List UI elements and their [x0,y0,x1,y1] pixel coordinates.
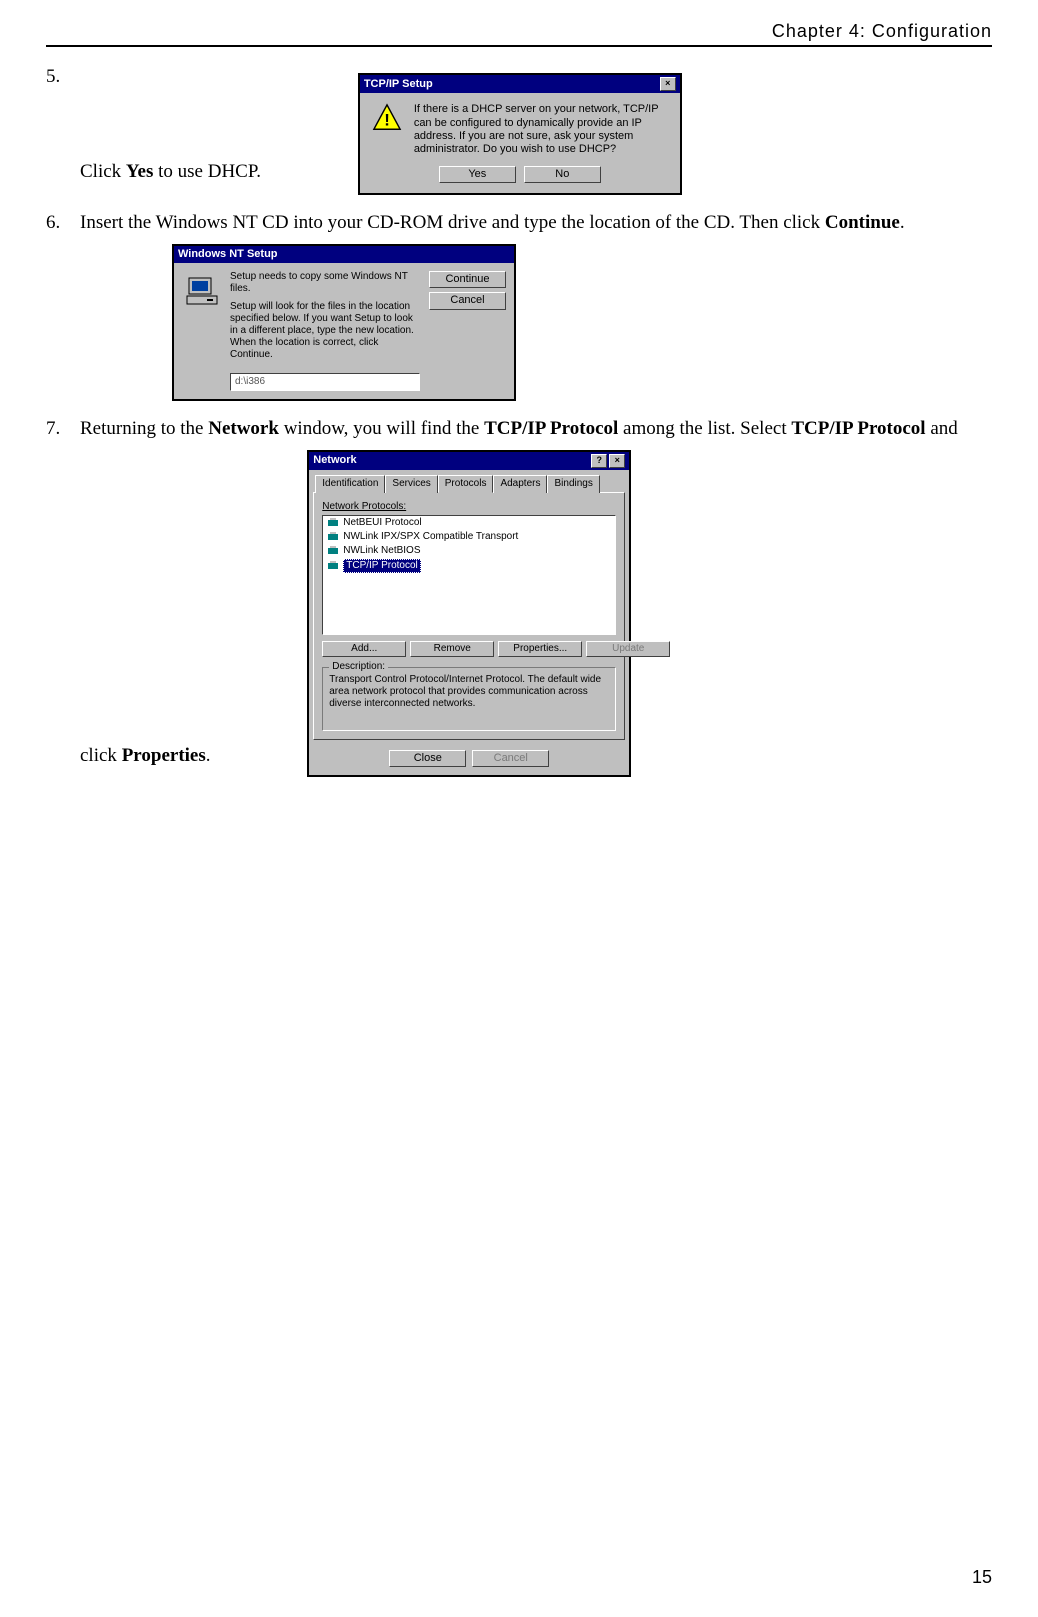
step-number-6: 6. [46,211,80,236]
step7-b1: Network [208,418,279,439]
chapter-header: Chapter 4: Configuration [46,20,992,47]
path-input[interactable]: d:\i386 [230,373,420,391]
description-text: Transport Control Protocol/Internet Prot… [329,674,609,710]
nt-setup-dialog: Windows NT Setup Setup needs to copy som… [172,244,516,401]
tcpip-setup-titlebar: TCP/IP Setup × [360,75,680,93]
add-button[interactable]: Add... [322,641,406,657]
network-tabs: Identification Services Protocols Adapte… [309,470,629,492]
description-label: Description: [329,661,388,673]
step6-bold: Continue [825,212,900,233]
step7-seg2: window, you will find the [279,418,484,439]
protocol-icon [327,545,339,557]
close-icon[interactable]: × [609,454,625,468]
close-button[interactable]: Close [389,750,466,767]
step5-post: to use DHCP. [153,161,261,182]
tab-services[interactable]: Services [385,475,437,493]
step7-seg3: among the list. Select [618,418,791,439]
step-number-7: 7. [46,417,80,442]
no-button[interactable]: No [524,166,601,183]
step5-text: Click Yes to use DHCP. [80,161,266,182]
step5-bold: Yes [126,161,153,182]
nt-setup-line1: Setup needs to copy some Windows NT file… [230,271,421,295]
protocol-icon [327,560,339,572]
network-titlebar: Network ? × [309,452,629,470]
network-title: Network [313,454,356,467]
step6-text: Insert the Windows NT CD into your CD-RO… [80,212,905,233]
tab-bindings[interactable]: Bindings [547,475,599,493]
tcpip-setup-dialog: TCP/IP Setup × ! If there is a DHCP serv… [358,73,682,195]
step7-b4: Properties [122,745,206,766]
protocols-list-label: Network Protocols: [322,501,616,513]
page-number: 15 [972,1566,992,1589]
protocols-listbox[interactable]: NetBEUI Protocol NWLink IPX/SPX Compatib… [322,515,616,635]
nt-setup-title: Windows NT Setup [178,248,278,261]
update-button: Update [586,641,670,657]
yes-button[interactable]: Yes [439,166,516,183]
tab-protocols[interactable]: Protocols [438,475,494,493]
cancel-button[interactable]: Cancel [429,292,506,309]
close-icon[interactable]: × [660,77,676,91]
computer-icon [182,271,222,311]
list-item[interactable]: NetBEUI Protocol [323,516,615,530]
tab-adapters[interactable]: Adapters [493,475,547,493]
list-item[interactable]: NWLink IPX/SPX Compatible Transport [323,530,615,544]
tcpip-setup-title: TCP/IP Setup [364,78,433,91]
cancel-button-disabled: Cancel [472,750,549,767]
list-item[interactable]: NWLink NetBIOS [323,544,615,558]
continue-button[interactable]: Continue [429,271,506,288]
protocol-icon [327,531,339,543]
nt-setup-line2: Setup will look for the files in the loc… [230,301,421,361]
step7-b3: TCP/IP Protocol [791,418,925,439]
network-dialog: Network ? × Identification Services Prot… [307,450,631,777]
step6-post: . [900,212,905,233]
protocol-icon [327,517,339,529]
help-icon[interactable]: ? [591,454,607,468]
step7-b2: TCP/IP Protocol [484,418,618,439]
properties-button[interactable]: Properties... [498,641,582,657]
step6-pre: Insert the Windows NT CD into your CD-RO… [80,212,825,233]
tcpip-setup-message: If there is a DHCP server on your networ… [414,103,664,156]
svg-text:!: ! [384,111,390,130]
step5-pre: Click [80,161,126,182]
step-number-5: 5. [46,65,80,90]
nt-setup-titlebar: Windows NT Setup [174,246,514,263]
list-item-selected[interactable]: TCP/IP Protocol [323,558,615,574]
step7-seg1: Returning to the [80,418,208,439]
step7-seg5: . [206,745,211,766]
warning-icon: ! [372,103,402,133]
tab-identification[interactable]: Identification [315,475,385,493]
remove-button[interactable]: Remove [410,641,494,657]
